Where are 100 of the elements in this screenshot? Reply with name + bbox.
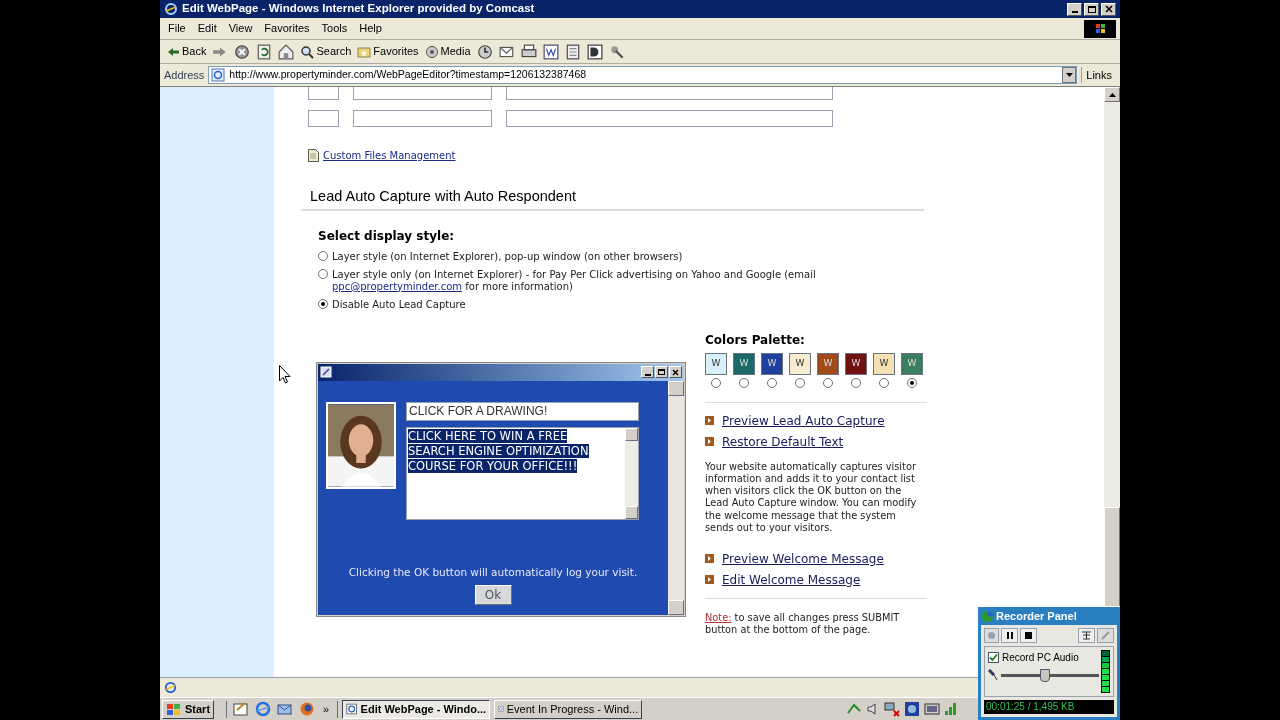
palette-label: Colors Palette:: [705, 331, 806, 349]
color-swatch[interactable]: W: [705, 352, 727, 375]
input-field[interactable]: [506, 87, 833, 100]
input-field[interactable]: [308, 110, 339, 127]
stop-button[interactable]: [1020, 628, 1037, 643]
dropdown-button[interactable]: [1062, 67, 1077, 83]
menu-item[interactable]: Edit: [197, 20, 217, 37]
color-swatch[interactable]: W: [817, 352, 839, 375]
maximize-button[interactable]: [1084, 2, 1099, 16]
document-icon: [308, 149, 319, 162]
home-icon[interactable]: [278, 43, 295, 60]
link[interactable]: Preview Lead Auto Capture: [722, 411, 885, 430]
edit-icon[interactable]: [542, 43, 559, 60]
radio-button[interactable]: [767, 377, 777, 388]
search-button[interactable]: Search: [300, 43, 352, 60]
radio-button[interactable]: [318, 298, 328, 309]
color-swatch[interactable]: W: [901, 352, 923, 375]
page-scrollbar[interactable]: [1104, 87, 1120, 606]
computer-icon[interactable]: [884, 701, 901, 717]
input-field[interactable]: [506, 110, 833, 127]
radio-button[interactable]: [318, 268, 328, 279]
close-button[interactable]: [669, 366, 682, 379]
pen-icon: [1101, 631, 1110, 640]
recorder-title: Recorder Panel: [996, 608, 1077, 624]
menu-item[interactable]: Favorites: [264, 20, 310, 37]
input-field[interactable]: [353, 110, 492, 127]
scrollbar[interactable]: [625, 427, 638, 519]
address-field[interactable]: http://www.propertyminder.com/WebPageEditor?timestamp=1206132387468: [208, 66, 1078, 84]
link[interactable]: Edit Welcome Message: [722, 570, 861, 589]
radio-button[interactable]: [823, 377, 833, 388]
color-swatch[interactable]: W: [733, 352, 755, 375]
taskbar-button[interactable]: Event In Progress - Wind...: [494, 699, 643, 719]
level-meter: [1101, 650, 1110, 693]
links-button[interactable]: Links: [1081, 66, 1116, 84]
arrow-icon: [705, 554, 714, 564]
windows-logo-icon: [166, 702, 182, 716]
menu-item[interactable]: Help: [359, 20, 382, 37]
audio-checkbox[interactable]: [988, 652, 999, 663]
volume-slider-thumb[interactable]: [1040, 668, 1051, 682]
back-button[interactable]: Back: [166, 43, 207, 60]
mail-icon[interactable]: [277, 701, 294, 717]
custom-files-link[interactable]: Custom Files Management: [323, 148, 456, 163]
audio-label: Record PC Audio: [1002, 651, 1079, 665]
arrow-icon: [705, 575, 714, 585]
arrow-icon: [705, 416, 714, 426]
taskbar-button[interactable]: Edit WebPage - Windo...: [342, 699, 491, 719]
minimize-button[interactable]: [641, 366, 654, 379]
pause-button[interactable]: [1001, 628, 1018, 643]
tools-icon[interactable]: [608, 43, 625, 60]
link[interactable]: Preview Welcome Message: [722, 549, 884, 568]
radio-button[interactable]: [711, 377, 721, 388]
maximize-button[interactable]: [655, 366, 668, 379]
option-label: Disable Auto Lead Capture: [332, 298, 467, 311]
color-swatch[interactable]: W: [789, 352, 811, 375]
note-text: Note: to save all changes press SUBMIT button at the bottom of the page.: [705, 611, 901, 636]
favorites-button[interactable]: Favorites: [357, 43, 419, 60]
ok-button[interactable]: Ok: [474, 584, 512, 605]
globe-icon[interactable]: [299, 701, 316, 717]
mouse-cursor-icon: [279, 365, 291, 384]
monitor-icon[interactable]: [924, 701, 941, 717]
input-field[interactable]: [308, 87, 339, 100]
radio-button[interactable]: [318, 250, 328, 261]
menu-item[interactable]: Tools: [321, 20, 348, 37]
scrollbar-thumb[interactable]: [1104, 507, 1120, 606]
input-field[interactable]: [353, 87, 492, 100]
page-icon: [211, 68, 226, 82]
email-link[interactable]: ppc@propertyminder.com: [332, 280, 463, 292]
radio-button[interactable]: [739, 377, 749, 388]
stop-icon[interactable]: [234, 43, 251, 60]
radio-button[interactable]: [795, 377, 805, 388]
menu-item[interactable]: View: [228, 20, 253, 37]
headline-field[interactable]: CLICK FOR A DRAWING!: [406, 401, 639, 421]
radio-button[interactable]: [907, 377, 917, 388]
radio-button[interactable]: [851, 377, 861, 388]
popup-footer-text: Clicking the OK button will automatically log your visit.: [347, 565, 639, 580]
start-button[interactable]: Start: [162, 699, 215, 719]
minimize-button[interactable]: [1067, 2, 1082, 16]
close-button[interactable]: [1101, 2, 1116, 16]
globe-icon: [981, 609, 994, 623]
refresh-icon[interactable]: [256, 43, 273, 60]
media-button[interactable]: Media: [424, 43, 471, 60]
desktop-icon[interactable]: [233, 701, 250, 717]
section-heading: Lead Auto Capture with Auto Respondent: [310, 188, 577, 204]
shield-icon[interactable]: [904, 701, 921, 717]
star-folder-icon: [357, 44, 372, 59]
link[interactable]: Restore Default Text: [722, 432, 844, 451]
more-button[interactable]: »: [323, 700, 330, 718]
color-swatch[interactable]: W: [845, 352, 867, 375]
color-swatch[interactable]: W: [761, 352, 783, 375]
description-text: Your website automatically captures visitor information and adds it to your contact list when visitors click the OK button on the Lead Auto Capture window. You can modify the welcome message that the system sends out to your visitors.: [705, 460, 918, 534]
history-icon[interactable]: [476, 43, 493, 60]
popup-app-icon: [320, 366, 332, 379]
network-button[interactable]: [1078, 628, 1095, 643]
menu-item[interactable]: File: [168, 20, 186, 37]
radio-button[interactable]: [879, 377, 889, 388]
print-icon[interactable]: [520, 43, 537, 60]
scrollbar[interactable]: [668, 380, 684, 615]
document-icon[interactable]: [564, 43, 581, 60]
message-field[interactable]: CLICK HERE TO WIN A FREE SEARCH ENGINE OPTIMIZATION COURSE FOR YOUR OFFICE!!!: [406, 426, 639, 520]
color-swatch[interactable]: W: [873, 352, 895, 375]
